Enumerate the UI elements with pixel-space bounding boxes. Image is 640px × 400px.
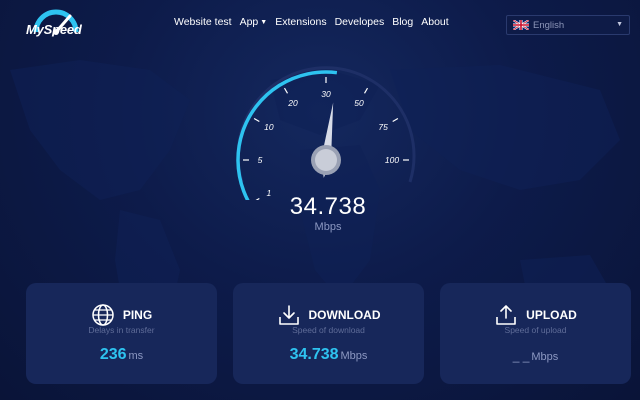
download-title: DOWNLOAD — [308, 308, 381, 322]
gauge-tick — [363, 87, 369, 94]
header: MySpeed Website test App ▼ Extensions Dev… — [0, 0, 640, 46]
gauge-tick — [392, 117, 399, 123]
current-speed-value: 34.738 — [289, 193, 367, 220]
upload-value-row: _ _ Mbps — [440, 349, 631, 363]
upload-unit: Mbps — [531, 351, 559, 363]
nav-label: About — [421, 16, 449, 28]
nav-label: App — [239, 16, 259, 28]
ping-title: PING — [122, 308, 153, 322]
download-icon — [278, 305, 299, 325]
gauge-tick-label: 30 — [321, 89, 331, 99]
download-card: DOWNLOAD Speed of download 34.738 Mbps — [233, 283, 424, 384]
nav-app[interactable]: App ▼ — [240, 16, 268, 28]
nav-developes[interactable]: Developes — [335, 16, 385, 28]
gauge-tick-label: 5 — [258, 155, 263, 165]
ping-title-row: PING — [26, 303, 217, 327]
gauge-hub-inner — [315, 149, 337, 171]
download-description: Speed of download — [292, 325, 365, 335]
gauge-tick-label: 75 — [378, 122, 388, 132]
gauge-tick — [283, 87, 289, 94]
nav-about[interactable]: About — [421, 16, 448, 28]
upload-title-row: UPLOAD — [440, 303, 631, 327]
ping-description: Delays in transfer — [88, 325, 155, 335]
upload-title: UPLOAD — [526, 308, 577, 322]
nav-website-test[interactable]: Website test — [174, 16, 232, 28]
upload-card: UPLOAD Speed of upload _ _ Mbps — [440, 283, 631, 384]
uk-flag-icon — [513, 20, 529, 30]
nav-extensions[interactable]: Extensions — [275, 16, 326, 28]
nav-label: Blog — [392, 16, 414, 28]
ping-value-row: 236 ms — [26, 346, 217, 364]
main-nav: Website test App ▼ Extensions Developes B… — [174, 16, 457, 28]
gauge-tick — [253, 117, 260, 123]
upload-description: Speed of upload — [504, 325, 567, 335]
nav-label: Extensions — [275, 16, 327, 28]
brand-name[interactable]: MySpeed — [26, 22, 82, 37]
nav-label: Developes — [334, 16, 385, 28]
download-value-row: 34.738 Mbps — [233, 346, 424, 364]
ping-card: PING Delays in transfer 236 ms — [26, 283, 217, 384]
gauge-tick-label: 10 — [264, 122, 274, 132]
globe-icon — [92, 304, 114, 326]
speed-gauge: 0151020305075100 — [236, 66, 416, 200]
language-select[interactable]: English ▼ — [506, 15, 630, 35]
gauge-tick-label: 20 — [287, 98, 298, 108]
caret-down-icon: ▼ — [260, 18, 268, 26]
current-speed-unit: Mbps — [314, 221, 342, 233]
caret-down-icon: ▼ — [616, 21, 623, 28]
nav-blog[interactable]: Blog — [392, 16, 413, 28]
download-title-row: DOWNLOAD — [233, 303, 424, 327]
download-unit: Mbps — [340, 350, 368, 362]
upload-icon — [496, 305, 516, 325]
gauge-tick-label: 50 — [354, 98, 364, 108]
ping-unit: ms — [128, 350, 144, 362]
nav-label: Website test — [174, 16, 232, 28]
upload-value: _ _ — [512, 349, 530, 363]
language-selected: English — [533, 19, 565, 31]
download-value: 34.738 — [289, 346, 339, 363]
gauge-tick-label: 100 — [385, 155, 399, 165]
ping-value: 236 — [99, 346, 127, 363]
